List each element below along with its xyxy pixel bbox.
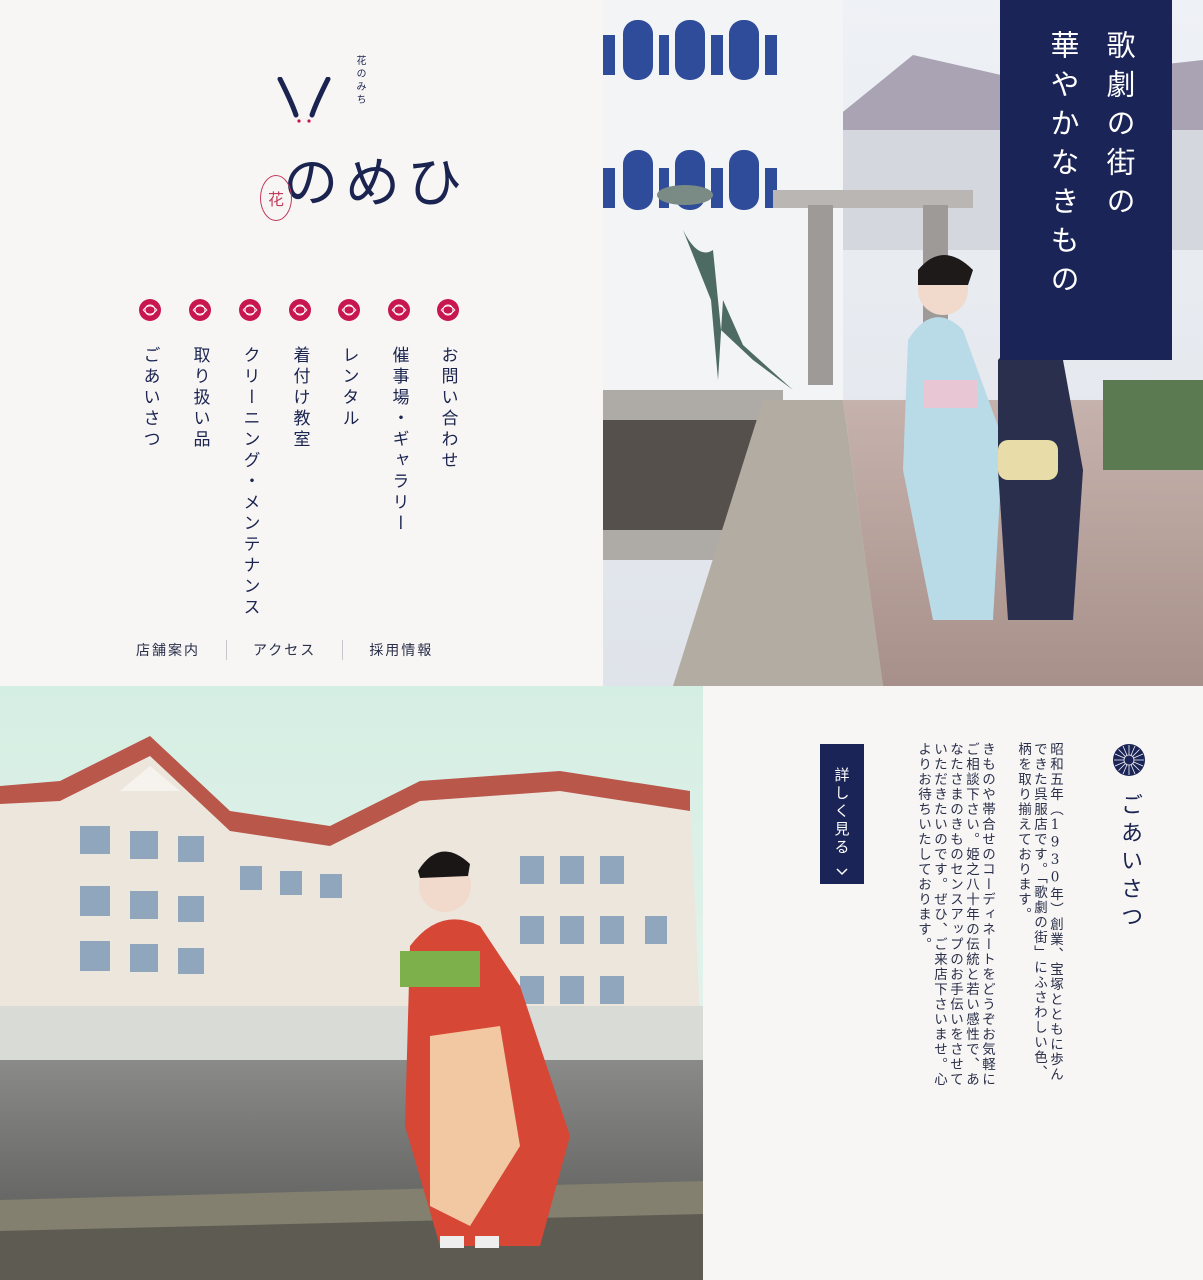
logo-subtitle: 花のみち [354, 55, 365, 107]
nav-item-dressing-class[interactable]: 着付け教室 [286, 298, 314, 451]
chrysanthemum-icon [1113, 744, 1145, 776]
flower-icon [437, 299, 459, 321]
logo[interactable]: 花のみち ひめの 花 [260, 55, 462, 255]
nav-label: ごあいさつ [139, 346, 160, 451]
footer-link-access[interactable]: アクセス [227, 640, 342, 660]
footer-links: 店舗案内 アクセス 採用情報 [110, 640, 459, 660]
tagline-line-2: 華やかなきもの [1046, 30, 1080, 303]
nav-label: お問い合わせ [437, 346, 458, 472]
nav-item-gallery[interactable]: 催事場・ギャラリー [385, 298, 413, 535]
flower-icon [139, 299, 161, 321]
flower-icon [289, 299, 311, 321]
logo-seal: 花 [260, 175, 292, 221]
flower-icon [338, 299, 360, 321]
nav-item-greeting[interactable]: ごあいさつ [136, 298, 164, 451]
tagline-line-1: 歌劇の街の [1102, 30, 1136, 225]
nav-item-products[interactable]: 取り扱い品 [186, 298, 214, 451]
greeting-title: ごあいさつ [1117, 793, 1142, 933]
greeting-paragraph-2: きものや帯合せのコーディネートをどうぞお気軽にご相談下さい。姫之八十年の伝統と若… [915, 742, 995, 1087]
greeting-section: 詳しく見る ごあいさつ 昭和五年（1930年）創業、宝塚とともに歩んできた呉服店… [703, 686, 1203, 1280]
rabbit-ears-icon [277, 77, 331, 123]
more-button-label: 詳しく見る [832, 766, 851, 857]
nav-label: クリーニング・メンテナンス [239, 346, 260, 619]
greeting-paragraph-1: 昭和五年（1930年）創業、宝塚とともに歩んできた呉服店です。「歌劇の街」にふさ… [1015, 742, 1063, 1082]
chevron-down-icon [836, 867, 848, 875]
nav-label: レンタル [338, 346, 359, 430]
flower-icon [189, 299, 211, 321]
flower-icon [239, 299, 261, 321]
flower-icon [388, 299, 410, 321]
kimono-photo [0, 686, 703, 1280]
footer-link-recruit[interactable]: 採用情報 [343, 640, 459, 660]
tagline-box: 歌劇の街の 華やかなきもの [1000, 0, 1172, 360]
nav-label: 着付け教室 [289, 346, 310, 451]
nav-item-contact[interactable]: お問い合わせ [434, 298, 462, 472]
menu-panel: 花のみち ひめの 花 お問い合わせ 催事場・ギャラリー レンタル 着付け教室 ク… [0, 0, 603, 686]
nav-label: 催事場・ギャラリー [388, 346, 409, 535]
nav-item-cleaning[interactable]: クリーニング・メンテナンス [236, 298, 264, 619]
nav-item-rental[interactable]: レンタル [335, 298, 363, 430]
logo-name: ひめの [273, 153, 462, 209]
greeting-title-block: ごあいさつ [1109, 743, 1149, 933]
nav-label: 取り扱い品 [189, 346, 210, 451]
more-button[interactable]: 詳しく見る [820, 744, 864, 884]
footer-link-store-info[interactable]: 店舗案内 [110, 640, 226, 660]
